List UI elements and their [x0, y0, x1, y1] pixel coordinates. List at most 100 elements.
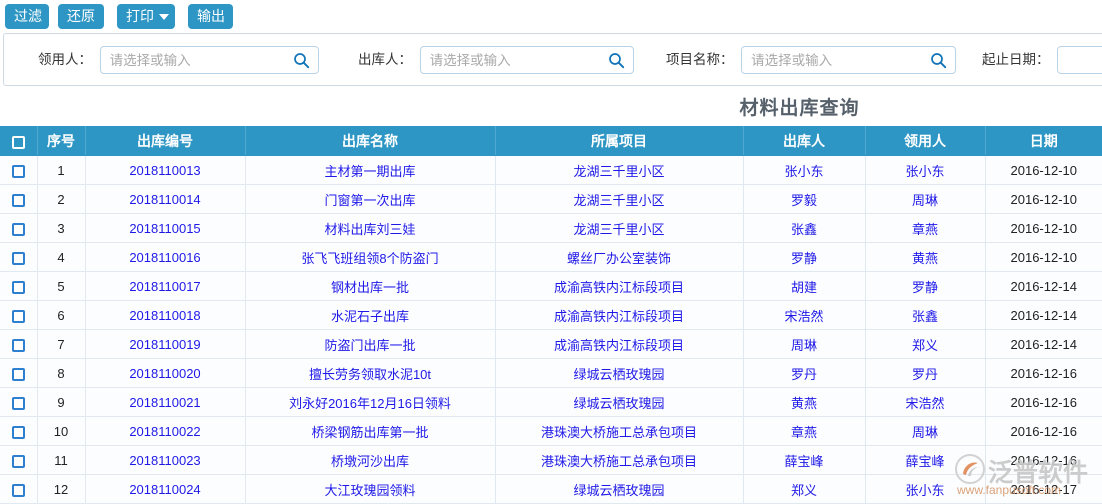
- cell-issuer[interactable]: 章燕: [743, 416, 866, 446]
- cell-name[interactable]: 材料出库刘三娃: [245, 213, 496, 243]
- column-header-name[interactable]: 出库名称: [245, 126, 496, 156]
- cell-issuer[interactable]: 胡建: [743, 271, 866, 301]
- select-all-checkbox[interactable]: [11, 135, 25, 149]
- cell-project[interactable]: 绿城云栖玫瑰园: [495, 474, 744, 504]
- row-checkbox[interactable]: [11, 338, 25, 352]
- cell-receiver[interactable]: 罗静: [865, 271, 986, 301]
- table-row[interactable]: 12 2018110024 大江玫瑰园领料 绿城云栖玫瑰园 郑义 张小东 2016-12-1…: [0, 474, 1102, 504]
- column-header-code[interactable]: 出库编号: [85, 126, 246, 156]
- cell-project[interactable]: 龙湖三千里小区: [495, 155, 744, 185]
- table-row[interactable]: 2 2018110014 门窗第一次出库 龙湖三千里小区 罗毅 周琳 2016-12-10: [0, 184, 1102, 214]
- column-header-date[interactable]: 日期: [985, 126, 1102, 156]
- cell-receiver[interactable]: 黄燕: [865, 242, 986, 272]
- cell-issuer[interactable]: 薛宝峰: [743, 445, 866, 475]
- cell-code[interactable]: 2018110017: [85, 271, 246, 301]
- row-checkbox[interactable]: [11, 396, 25, 410]
- cell-receiver[interactable]: 张鑫: [865, 300, 986, 330]
- cell-code[interactable]: 2018110020: [85, 358, 246, 388]
- select-all-header[interactable]: [0, 126, 38, 156]
- cell-receiver[interactable]: 宋浩然: [865, 387, 986, 417]
- cell-issuer[interactable]: 罗静: [743, 242, 866, 272]
- cell-code[interactable]: 2018110023: [85, 445, 246, 475]
- row-select-cell[interactable]: [0, 213, 38, 243]
- cell-name[interactable]: 擅长劳务领取水泥10t: [245, 358, 496, 388]
- cell-name[interactable]: 桥梁钢筋出库第一批: [245, 416, 496, 446]
- row-checkbox[interactable]: [11, 309, 25, 323]
- cell-project[interactable]: 绿城云栖玫瑰园: [495, 387, 744, 417]
- cell-project[interactable]: 绿城云栖玫瑰园: [495, 358, 744, 388]
- search-icon[interactable]: [930, 52, 947, 69]
- row-checkbox[interactable]: [11, 367, 25, 381]
- row-select-cell[interactable]: [0, 155, 38, 185]
- row-select-cell[interactable]: [0, 474, 38, 504]
- cell-code[interactable]: 2018110013: [85, 155, 246, 185]
- search-icon[interactable]: [608, 52, 625, 69]
- row-checkbox[interactable]: [11, 193, 25, 207]
- cell-project[interactable]: 成渝高铁内江标段项目: [495, 329, 744, 359]
- cell-receiver[interactable]: 薛宝峰: [865, 445, 986, 475]
- table-row[interactable]: 10 2018110022 桥梁钢筋出库第一批 港珠澳大桥施工总承包项目 章燕 周琳 201…: [0, 416, 1102, 446]
- issuer-input[interactable]: 请选择或输入: [419, 46, 634, 74]
- restore-button[interactable]: 还原: [58, 4, 104, 29]
- column-header-index[interactable]: 序号: [37, 126, 86, 156]
- table-row[interactable]: 5 2018110017 钢材出库一批 成渝高铁内江标段项目 胡建 罗静 2016-12-1…: [0, 271, 1102, 301]
- cell-issuer[interactable]: 宋浩然: [743, 300, 866, 330]
- cell-code[interactable]: 2018110019: [85, 329, 246, 359]
- row-checkbox[interactable]: [11, 454, 25, 468]
- row-checkbox[interactable]: [11, 164, 25, 178]
- print-button[interactable]: 打印: [117, 4, 175, 29]
- export-button[interactable]: 输出: [188, 4, 233, 29]
- cell-receiver[interactable]: 郑义: [865, 329, 986, 359]
- cell-name[interactable]: 钢材出库一批: [245, 271, 496, 301]
- cell-receiver[interactable]: 罗丹: [865, 358, 986, 388]
- cell-code[interactable]: 2018110024: [85, 474, 246, 504]
- table-row[interactable]: 1 2018110013 主材第一期出库 龙湖三千里小区 张小东 张小东 2016-12-1…: [0, 155, 1102, 185]
- column-header-issuer[interactable]: 出库人: [743, 126, 866, 156]
- table-row[interactable]: 11 2018110023 桥墩河沙出库 港珠澳大桥施工总承包项目 薛宝峰 薛宝峰 2016…: [0, 445, 1102, 475]
- table-row[interactable]: 8 2018110020 擅长劳务领取水泥10t 绿城云栖玫瑰园 罗丹 罗丹 2016-12…: [0, 358, 1102, 388]
- row-select-cell[interactable]: [0, 184, 38, 214]
- row-checkbox[interactable]: [11, 222, 25, 236]
- cell-issuer[interactable]: 黄燕: [743, 387, 866, 417]
- cell-name[interactable]: 水泥石子出库: [245, 300, 496, 330]
- row-checkbox[interactable]: [11, 280, 25, 294]
- cell-code[interactable]: 2018110021: [85, 387, 246, 417]
- cell-code[interactable]: 2018110014: [85, 184, 246, 214]
- row-select-cell[interactable]: [0, 445, 38, 475]
- cell-code[interactable]: 2018110022: [85, 416, 246, 446]
- row-checkbox[interactable]: [11, 425, 25, 439]
- row-select-cell[interactable]: [0, 329, 38, 359]
- cell-project[interactable]: 螺丝厂办公室装饰: [495, 242, 744, 272]
- table-row[interactable]: 9 2018110021 刘永好2016年12月16日领料 绿城云栖玫瑰园 黄燕 宋浩然 2…: [0, 387, 1102, 417]
- cell-receiver[interactable]: 张小东: [865, 474, 986, 504]
- project-input[interactable]: 请选择或输入: [741, 46, 957, 74]
- receiver-input[interactable]: 请选择或输入: [99, 46, 319, 74]
- cell-project[interactable]: 龙湖三千里小区: [495, 184, 744, 214]
- cell-issuer[interactable]: 郑义: [743, 474, 866, 504]
- cell-project[interactable]: 港珠澳大桥施工总承包项目: [495, 416, 744, 446]
- column-header-project[interactable]: 所属项目: [495, 126, 744, 156]
- cell-code[interactable]: 2018110016: [85, 242, 246, 272]
- cell-receiver[interactable]: 章燕: [865, 213, 986, 243]
- cell-issuer[interactable]: 张小东: [743, 155, 866, 185]
- filter-button[interactable]: 过滤: [5, 4, 49, 29]
- cell-issuer[interactable]: 周琳: [743, 329, 866, 359]
- cell-issuer[interactable]: 罗丹: [743, 358, 866, 388]
- cell-project[interactable]: 成渝高铁内江标段项目: [495, 300, 744, 330]
- cell-project[interactable]: 龙湖三千里小区: [495, 213, 744, 243]
- cell-code[interactable]: 2018110015: [85, 213, 246, 243]
- search-icon[interactable]: [293, 52, 310, 69]
- table-row[interactable]: 4 2018110016 张飞飞班组领8个防盗门 螺丝厂办公室装饰 罗静 黄燕 2016-1…: [0, 242, 1102, 272]
- table-row[interactable]: 7 2018110019 防盗门出库一批 成渝高铁内江标段项目 周琳 郑义 2016-12-…: [0, 329, 1102, 359]
- cell-receiver[interactable]: 周琳: [865, 184, 986, 214]
- row-select-cell[interactable]: [0, 300, 38, 330]
- row-select-cell[interactable]: [0, 242, 38, 272]
- cell-receiver[interactable]: 张小东: [865, 155, 986, 185]
- cell-project[interactable]: 成渝高铁内江标段项目: [495, 271, 744, 301]
- cell-name[interactable]: 防盗门出库一批: [245, 329, 496, 359]
- cell-issuer[interactable]: 张鑫: [743, 213, 866, 243]
- row-select-cell[interactable]: [0, 416, 38, 446]
- row-select-cell[interactable]: [0, 271, 38, 301]
- date-range-input[interactable]: [1057, 46, 1102, 74]
- row-select-cell[interactable]: [0, 387, 38, 417]
